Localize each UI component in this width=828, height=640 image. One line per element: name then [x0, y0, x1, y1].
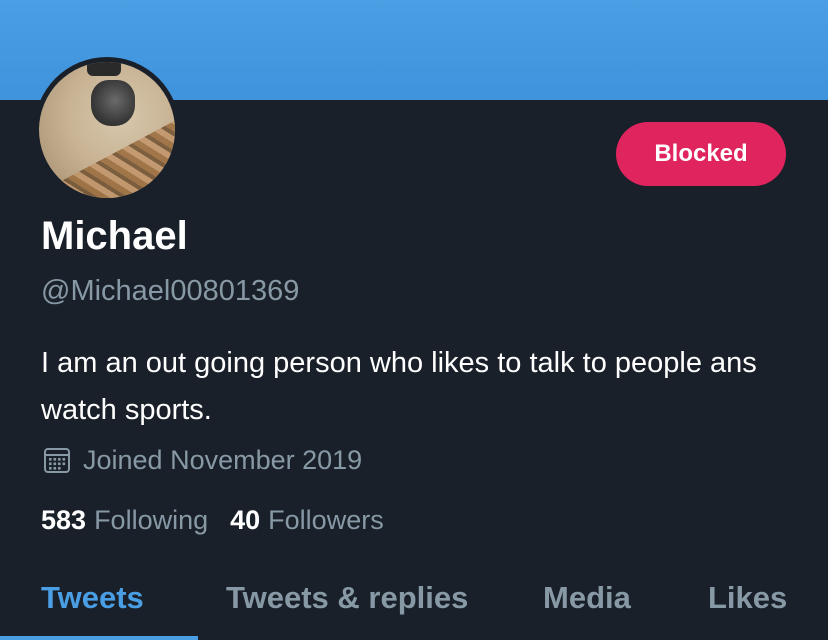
avatar[interactable]: [34, 57, 180, 203]
blocked-button[interactable]: Blocked: [616, 122, 786, 186]
followers-count: 40: [230, 505, 261, 535]
following-count: 583: [41, 505, 87, 535]
profile-stats: 583 Following 40 Followers: [41, 502, 406, 538]
tab-tweets[interactable]: Tweets: [41, 578, 144, 618]
avatar-legs: [87, 62, 121, 76]
followers-label: Followers: [268, 505, 384, 535]
joined-date: Joined November 2019: [41, 442, 362, 478]
avatar-image: [39, 62, 175, 198]
followers-stat[interactable]: 40 Followers: [230, 502, 384, 538]
tab-tweets-replies[interactable]: Tweets & replies: [226, 578, 468, 618]
avatar-rug: [39, 115, 175, 198]
profile-handle: @Michael00801369: [41, 275, 300, 307]
following-label: Following: [94, 505, 209, 535]
following-stat[interactable]: 583 Following: [41, 502, 208, 538]
profile-tabs: Tweets Tweets & replies Media Likes: [0, 570, 828, 640]
active-tab-indicator: [0, 636, 198, 640]
avatar-car-seat: [91, 80, 135, 126]
tab-media[interactable]: Media: [543, 578, 631, 618]
tab-likes[interactable]: Likes: [708, 578, 787, 618]
joined-label: Joined November 2019: [83, 445, 363, 475]
profile-name: Michael: [41, 214, 188, 258]
profile-bio: I am an out going person who likes to ta…: [41, 347, 757, 426]
calendar-icon: [44, 448, 70, 473]
